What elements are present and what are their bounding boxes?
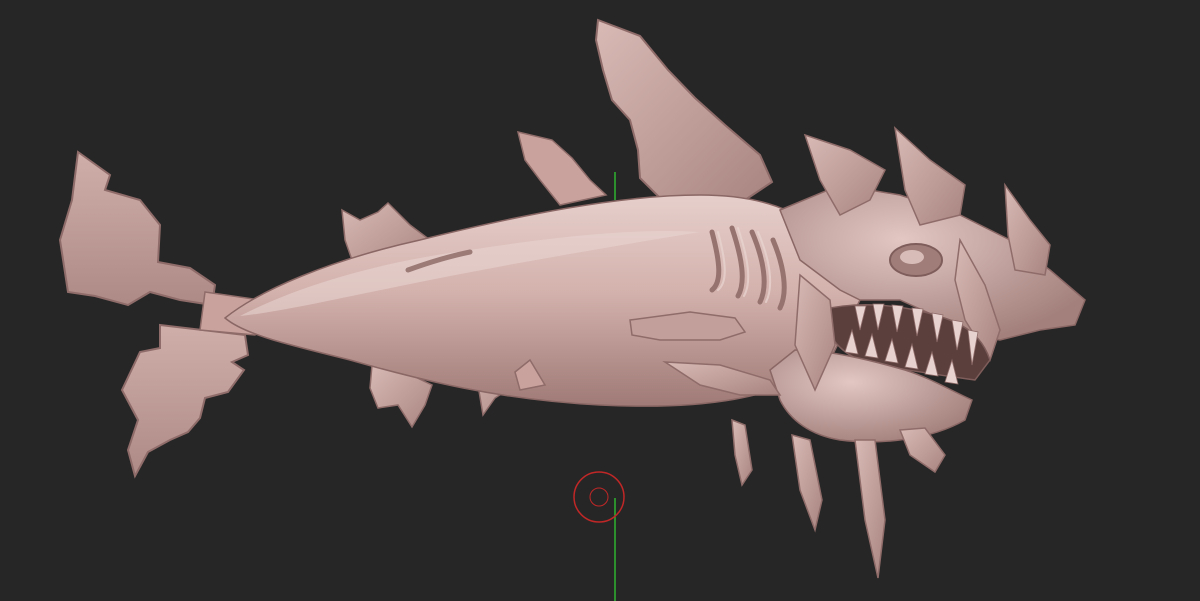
- 3d-viewport[interactable]: [0, 0, 1200, 601]
- pivot-ring-icon[interactable]: [573, 471, 625, 523]
- tail-fin-lower: [120, 323, 250, 479]
- jaw-spike-6: [898, 427, 946, 474]
- jaw-spike-3: [731, 418, 753, 487]
- back-dorsal-fin: [516, 130, 608, 206]
- eye: [900, 250, 924, 264]
- jaw-spike-5: [854, 439, 886, 579]
- viewport-canvas[interactable]: [0, 0, 1200, 601]
- jaw-spike-4: [791, 433, 823, 533]
- main-dorsal-fin: [594, 18, 774, 207]
- shark-model[interactable]: [58, 18, 1086, 579]
- tail-fin-upper: [58, 150, 217, 307]
